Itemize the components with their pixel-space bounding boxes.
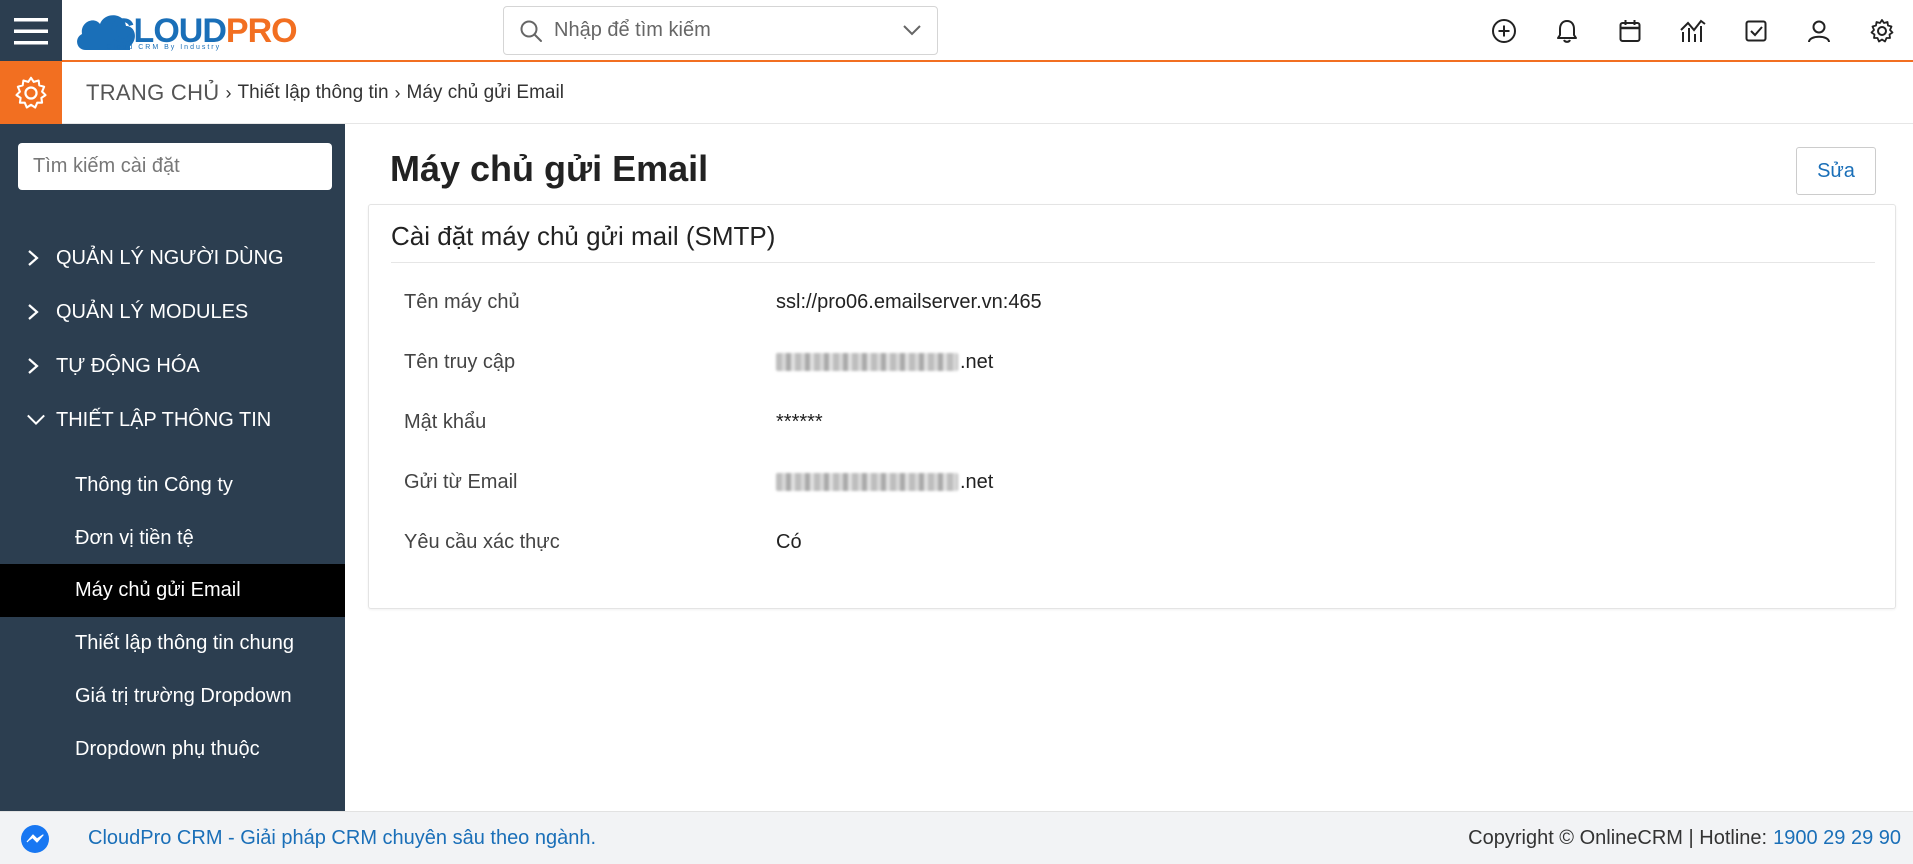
user-icon <box>1807 20 1830 43</box>
card-divider <box>391 262 1875 263</box>
chevron-right-icon: › <box>394 82 401 103</box>
reports-button[interactable] <box>1661 0 1724 62</box>
sidebar-item-label: Đơn vị tiền tệ <box>75 527 194 549</box>
password-value: ****** <box>776 410 823 433</box>
field-value: Có <box>776 531 802 554</box>
sidebar-group-user-management[interactable]: QUẢN LÝ NGƯỜI DÙNG <box>0 238 345 278</box>
main-panel: Máy chủ gửi Email Sửa Cài đặt máy chủ gử… <box>345 124 1913 811</box>
field-value: ssl://pro06.emailserver.vn:465 <box>776 291 1042 314</box>
field-label: Tên máy chủ <box>404 290 520 313</box>
field-row-from-email: Gửi từ Email .net <box>404 467 1864 497</box>
field-row-server-name: Tên máy chủ ssl://pro06.emailserver.vn:4… <box>404 287 1864 317</box>
plus-circle-icon <box>1491 19 1516 43</box>
server-name-value: ssl://pro06.emailserver.vn:465 <box>776 290 1042 313</box>
sidebar-item-label: Thiết lập thông tin chung <box>75 632 295 654</box>
breadcrumb: TRANG CHỦ › Thiết lập thông tin › Máy ch… <box>86 62 564 124</box>
settings-sidebar: QUẢN LÝ NGƯỜI DÙNG QUẢN LÝ MODULES TỰ ĐỘ… <box>0 124 345 811</box>
sidebar-group-info-settings[interactable]: THIẾT LẬP THÔNG TIN <box>0 400 345 440</box>
smtp-settings-card: Cài đặt máy chủ gửi mail (SMTP) Tên máy … <box>368 204 1896 609</box>
settings-search-input[interactable] <box>18 143 332 190</box>
cloudpro-logo[interactable]: CLOUDPRO Cloud CRM By Industry <box>70 4 298 58</box>
breadcrumb-current: Máy chủ gửi Email <box>406 82 564 103</box>
footer: CloudPro CRM - Giải pháp CRM chuyên sâu … <box>0 811 1913 864</box>
sidebar-group-automation[interactable]: TỰ ĐỘNG HÓA <box>0 346 345 386</box>
auth-required-value: Có <box>776 530 802 553</box>
hamburger-icon <box>14 17 48 44</box>
calendar-button[interactable] <box>1598 0 1661 62</box>
gear-icon <box>1870 19 1893 43</box>
gear-icon <box>15 76 47 109</box>
sidebar-group-label: TỰ ĐỘNG HÓA <box>56 354 200 377</box>
hotline-link[interactable]: 1900 29 29 90 <box>1773 827 1901 850</box>
sidebar-item-label: Thông tin Công ty <box>75 474 233 496</box>
sidebar-item-dropdown-values[interactable]: Giá trị trường Dropdown <box>0 670 345 723</box>
sidebar-item-email-server[interactable]: Máy chủ gửi Email <box>0 564 345 617</box>
checkbox-icon <box>1745 20 1766 42</box>
chart-icon <box>1679 19 1706 42</box>
field-label: Yêu cầu xác thực <box>404 530 560 553</box>
field-value: .net <box>776 471 993 494</box>
sidebar-item-currency[interactable]: Đơn vị tiền tệ <box>0 512 345 565</box>
profile-button[interactable] <box>1787 0 1850 62</box>
chevron-right-icon <box>26 248 46 268</box>
logo-accent-text: PRO <box>225 11 298 50</box>
breadcrumb-bar: TRANG CHỦ › Thiết lập thông tin › Máy ch… <box>0 62 1913 124</box>
notifications-button[interactable] <box>1535 0 1598 62</box>
from-email-value-suffix: .net <box>960 470 994 493</box>
redacted-text <box>776 473 958 491</box>
field-label: Tên truy cập <box>404 350 516 373</box>
settings-section-badge[interactable] <box>0 62 62 124</box>
sidebar-group-label: QUẢN LÝ NGƯỜI DÙNG <box>56 246 284 269</box>
tasks-button[interactable] <box>1724 0 1787 62</box>
copyright-text: Copyright © OnlineCRM | Hotline: <box>1468 827 1768 849</box>
chevron-right-icon <box>26 356 46 376</box>
messenger-icon[interactable] <box>20 824 50 854</box>
field-row-username: Tên truy cập .net <box>404 347 1864 377</box>
logo-tagline: Cloud CRM By Industry <box>106 44 222 51</box>
add-button[interactable] <box>1472 0 1535 62</box>
top-bar: CLOUDPRO Cloud CRM By Industry <box>0 0 1913 62</box>
sidebar-item-label: Dropdown phụ thuộc <box>75 738 260 760</box>
breadcrumb-home-link[interactable]: TRANG CHỦ <box>86 80 219 106</box>
sidebar-item-dependent-dropdown[interactable]: Dropdown phụ thuộc <box>0 723 345 776</box>
sidebar-group-label: THIẾT LẬP THÔNG TIN <box>56 408 272 431</box>
main-content: Máy chủ gửi Email Sửa Cài đặt máy chủ gử… <box>345 124 1913 811</box>
chevron-down-icon[interactable] <box>901 19 923 41</box>
field-row-password: Mật khẩu ****** <box>404 407 1864 437</box>
sidebar-item-company-info[interactable]: Thông tin Công ty <box>0 459 345 512</box>
top-icon-bar <box>1472 0 1913 62</box>
sidebar-item-general-settings[interactable]: Thiết lập thông tin chung <box>0 617 345 670</box>
breadcrumb-level1-link[interactable]: Thiết lập thông tin <box>237 82 388 104</box>
menu-toggle-button[interactable] <box>0 0 62 61</box>
field-label: Gửi từ Email <box>404 470 518 493</box>
global-search-input[interactable] <box>554 19 894 42</box>
settings-button[interactable] <box>1850 0 1913 62</box>
chevron-right-icon <box>26 302 46 322</box>
edit-button[interactable]: Sửa <box>1796 147 1876 195</box>
footer-copyright: Copyright © OnlineCRM | Hotline: 1900 29… <box>1468 812 1901 864</box>
card-title: Cài đặt máy chủ gửi mail (SMTP) <box>391 221 776 251</box>
username-value-suffix: .net <box>960 350 994 373</box>
sidebar-item-label: Giá trị trường Dropdown <box>75 685 292 707</box>
chevron-right-icon: › <box>225 82 232 103</box>
sidebar-group-modules[interactable]: QUẢN LÝ MODULES <box>0 292 345 332</box>
redacted-text <box>776 353 958 371</box>
search-icon <box>520 20 542 42</box>
field-row-auth-required: Yêu cầu xác thực Có <box>404 527 1864 557</box>
calendar-icon <box>1619 20 1640 42</box>
bell-icon <box>1556 20 1577 43</box>
sidebar-group-label: QUẢN LÝ MODULES <box>56 300 249 323</box>
footer-tagline-link[interactable]: CloudPro CRM - Giải pháp CRM chuyên sâu … <box>88 812 596 864</box>
field-label: Mật khẩu <box>404 410 487 433</box>
page-title: Máy chủ gửi Email <box>390 148 709 189</box>
field-value: ****** <box>776 411 823 434</box>
global-search[interactable] <box>503 6 938 55</box>
sidebar-item-label: Máy chủ gửi Email <box>75 579 241 601</box>
chevron-down-icon <box>26 412 46 428</box>
field-value: .net <box>776 351 993 374</box>
